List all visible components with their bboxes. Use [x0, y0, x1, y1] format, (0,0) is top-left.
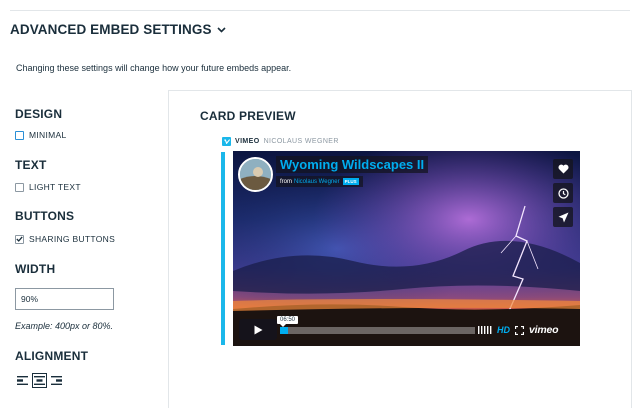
light-text-checkbox[interactable]: LIGHT TEXT [15, 182, 81, 192]
embed-owner-name: NICOLAUS WEGNER [263, 138, 339, 145]
share-button[interactable] [553, 207, 573, 227]
heart-icon [557, 164, 569, 174]
width-input[interactable] [15, 288, 114, 310]
timecode: 06:50 [277, 316, 299, 327]
progress-bar[interactable] [280, 327, 475, 334]
align-right-icon [51, 376, 62, 385]
clock-icon [557, 187, 569, 199]
preview-accent-bar [221, 152, 225, 345]
progress-fill [280, 327, 288, 334]
advanced-embed-settings-toggle[interactable]: ADVANCED EMBED SETTINGS [10, 22, 226, 37]
buttons-label: BUTTONS [15, 209, 75, 223]
right-controls: HD vimeo [478, 323, 559, 337]
alignment-label: ALIGNMENT [15, 349, 89, 363]
section-title: ADVANCED EMBED SETTINGS [10, 22, 212, 37]
sharing-buttons-option-label: SHARING BUTTONS [29, 234, 116, 244]
vimeo-logo-icon [222, 137, 231, 146]
width-example-text: Example: 400px or 80%. [15, 321, 114, 331]
sharing-buttons-checkbox[interactable]: SHARING BUTTONS [15, 234, 115, 244]
play-icon [254, 325, 262, 334]
design-label: DESIGN [15, 107, 63, 121]
align-left-icon [17, 376, 28, 385]
like-button[interactable] [553, 159, 573, 179]
byline-author-link[interactable]: Nicolaus Wegner [294, 179, 340, 185]
chevron-down-icon [217, 26, 226, 33]
top-divider [10, 10, 630, 11]
intro-text: Changing these settings will change how … [16, 63, 292, 73]
vimeo-logo-link[interactable]: vimeo [529, 324, 559, 336]
watch-later-button[interactable] [553, 183, 573, 203]
align-left-button[interactable] [15, 373, 30, 388]
send-icon [558, 212, 568, 222]
align-center-icon [34, 376, 45, 385]
minimal-option-label: MINIMAL [29, 130, 67, 140]
video-title[interactable]: Wyoming Wildscapes II [276, 156, 429, 173]
hd-toggle[interactable]: HD [497, 325, 510, 335]
embed-header: VIMEO NICOLAUS WEGNER [222, 137, 339, 146]
checkbox-icon [15, 182, 24, 192]
minimal-checkbox[interactable]: MINIMAL [15, 130, 67, 140]
width-label: WIDTH [15, 262, 56, 276]
checkbox-icon [15, 130, 24, 140]
vimeo-brand: VIMEO [235, 138, 260, 145]
fullscreen-icon[interactable] [515, 325, 524, 335]
byline-prefix: from [280, 178, 292, 185]
text-label: TEXT [15, 158, 47, 172]
card-preview-title: CARD PREVIEW [200, 109, 296, 123]
alignment-options [15, 373, 64, 388]
align-center-button[interactable] [32, 373, 47, 388]
plus-badge: PLUS [342, 178, 359, 185]
play-button[interactable] [239, 319, 277, 340]
volume-icon[interactable] [478, 326, 492, 334]
light-text-option-label: LIGHT TEXT [29, 182, 81, 192]
checkbox-checked-icon [15, 234, 24, 244]
avatar-image [240, 159, 271, 190]
author-avatar[interactable] [238, 157, 273, 192]
video-byline: from Nicolaus Wegner PLUS [276, 176, 363, 187]
align-right-button[interactable] [49, 373, 64, 388]
